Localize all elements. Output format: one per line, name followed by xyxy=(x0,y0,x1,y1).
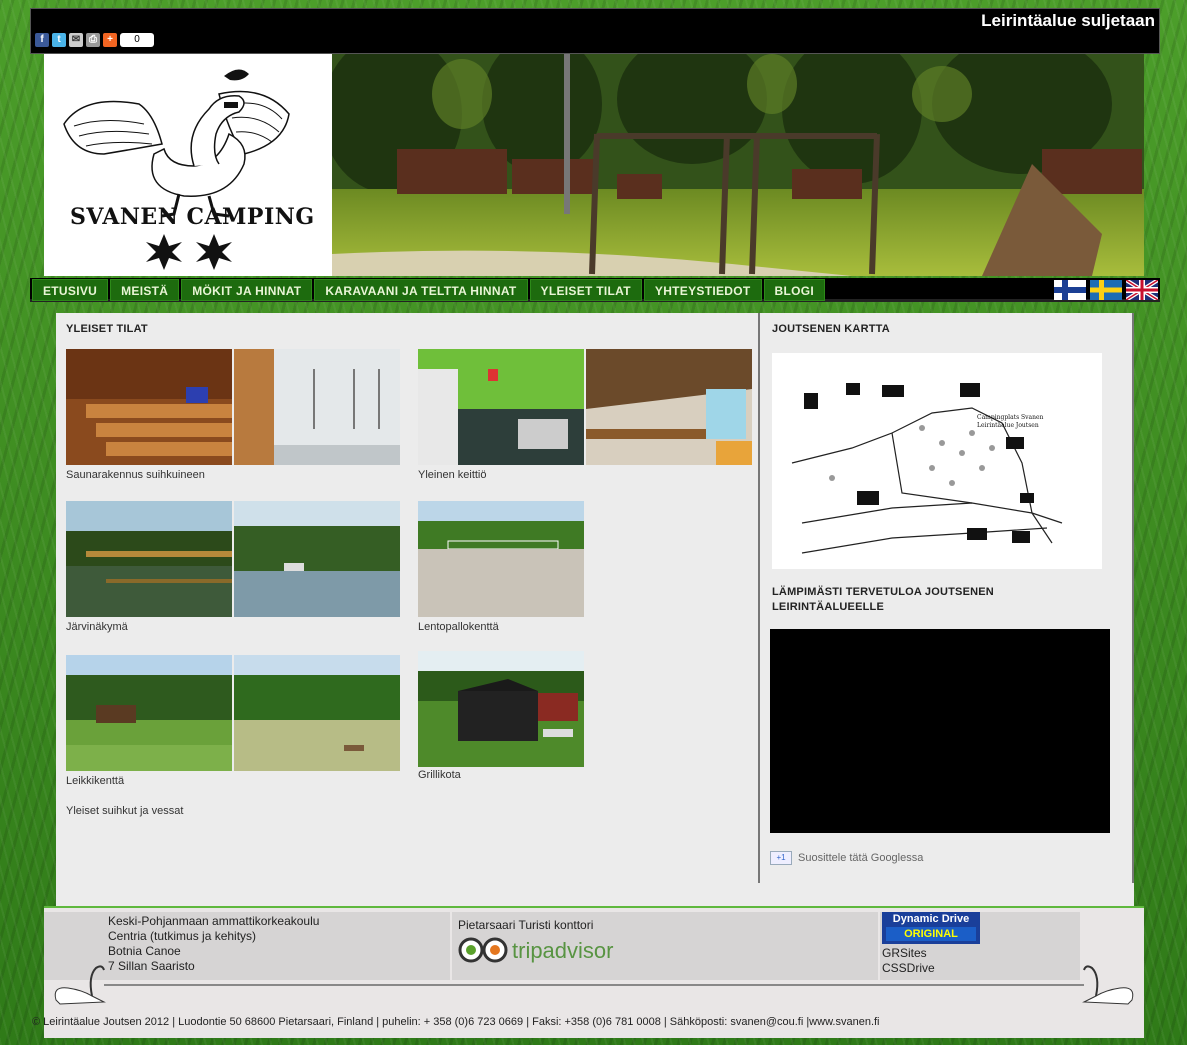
map-label-1: Campingplats Svanen xyxy=(977,414,1044,421)
lake-view-photo[interactable] xyxy=(66,501,232,617)
google-plus-label: Suosittele tätä Googlessa xyxy=(798,852,924,864)
header-banner-image xyxy=(332,54,1144,276)
logo-text: SVANEN CAMPING xyxy=(70,204,315,230)
tripadvisor-text: tripadvisor xyxy=(512,937,614,963)
page: f t ✉ ⎙ + 0 Leirintäalue suljetaan SVANE… xyxy=(30,8,1160,1038)
header: SVANEN CAMPING xyxy=(44,54,1144,276)
playground-caption: Leikkikenttä xyxy=(66,775,125,787)
footer-link-7-sillan-saaristo[interactable]: 7 Sillan Saaristo xyxy=(108,959,450,974)
twitter-icon[interactable]: t xyxy=(52,33,66,47)
email-icon[interactable]: ✉ xyxy=(69,33,83,47)
footer-link-centria[interactable]: Centria (tutkimus ja kehitys) xyxy=(108,929,450,944)
main-content: YLEISET TILAT Saunarakennus suihkuineen … xyxy=(56,313,1134,906)
shower-room-photo[interactable] xyxy=(234,349,400,465)
nav-blogi[interactable]: BLOGI xyxy=(763,279,826,301)
footer-link-botnia-canoe[interactable]: Botnia Canoe xyxy=(108,944,450,959)
share-more-icon[interactable]: + xyxy=(103,33,117,47)
footer: Keski-Pohjanmaan ammattikorkeakoulu Cent… xyxy=(32,906,1144,1038)
footer-divider xyxy=(104,984,1084,986)
sauna-caption: Saunarakennus suihkuineen xyxy=(66,469,205,481)
ddrive-top-label: Dynamic Drive xyxy=(892,913,970,925)
showers-caption: Yleiset suihkut ja vessat xyxy=(66,805,184,817)
ddrive-bottom-label: ORIGINAL xyxy=(886,927,976,941)
map-title: JOUTSENEN KARTTA xyxy=(772,323,890,335)
footer-link-kpamk[interactable]: Keski-Pohjanmaan ammattikorkeakoulu xyxy=(108,914,450,929)
kitchen-photo[interactable] xyxy=(418,349,584,465)
print-icon[interactable]: ⎙ xyxy=(86,33,100,47)
announcement-marquee: Leirintäalue suljetaan xyxy=(981,11,1155,30)
finnish-flag-icon[interactable] xyxy=(1054,280,1086,300)
facebook-icon[interactable]: f xyxy=(35,33,49,47)
facilities-section: YLEISET TILAT Saunarakennus suihkuineen … xyxy=(56,313,756,906)
nav-yleiset-tilat[interactable]: YLEISET TILAT xyxy=(529,279,642,301)
grill-caption: Grillikota xyxy=(418,769,461,781)
dynamic-drive-badge[interactable]: Dynamic Drive ORIGINAL xyxy=(882,912,980,944)
language-selector xyxy=(1054,280,1158,300)
kitchen-caption: Yleinen keittiö xyxy=(418,469,487,481)
volleyball-caption: Lentopallokenttä xyxy=(418,621,499,633)
footer-tourism: Pietarsaari Turisti konttori tripadvisor xyxy=(452,912,878,980)
swan-left-icon xyxy=(54,965,106,1005)
footer-link-tourist-office[interactable]: Pietarsaari Turisti konttori xyxy=(458,918,878,933)
site-logo[interactable]: SVANEN CAMPING xyxy=(44,54,332,276)
nav-mokit-ja-hinnat[interactable]: MÖKIT JA HINNAT xyxy=(181,279,313,301)
nav-etusivu[interactable]: ETUSIVU xyxy=(32,279,109,301)
copyright-text: © Leirintäalue Joutsen 2012 | Luodontie … xyxy=(32,1016,880,1028)
sidebar: JOUTSENEN KARTTA Campingplats Svanen Lei… xyxy=(758,313,1134,883)
map-label-2: Leirintäalue Joutsen xyxy=(977,422,1039,429)
tripadvisor-owl-icon xyxy=(458,937,508,963)
lake-caption: Järvinäkymä xyxy=(66,621,128,633)
playground-photo[interactable] xyxy=(66,655,232,771)
footer-credits: Dynamic Drive ORIGINAL GRSites CSSDrive xyxy=(880,912,1080,980)
nav-yhteystiedot[interactable]: YHTEYSTIEDOT xyxy=(643,279,762,301)
video-player[interactable] xyxy=(770,629,1110,833)
common-room-photo[interactable] xyxy=(586,349,752,465)
campsite-map[interactable]: Campingplats Svanen Leirintäalue Joutsen xyxy=(772,353,1102,569)
grill-hut-photo[interactable] xyxy=(418,651,584,767)
swan-right-icon xyxy=(1082,965,1134,1005)
share-toolbar: f t ✉ ⎙ + 0 xyxy=(35,33,154,47)
nav-karavaani-ja-teltta-hinnat[interactable]: KARAVAANI JA TELTTA HINNAT xyxy=(314,279,528,301)
tripadvisor-logo[interactable]: tripadvisor xyxy=(458,937,878,963)
field-photo[interactable] xyxy=(234,655,400,771)
section-title: YLEISET TILAT xyxy=(66,323,148,335)
volleyball-court-photo[interactable] xyxy=(418,501,584,617)
swan-logo-icon xyxy=(63,69,290,270)
lake-shore-photo[interactable] xyxy=(234,501,400,617)
main-nav: ETUSIVU MEISTÄ MÖKIT JA HINNAT KARAVAANI… xyxy=(30,278,1160,302)
nav-meista[interactable]: MEISTÄ xyxy=(110,279,180,301)
swedish-flag-icon[interactable] xyxy=(1090,280,1122,300)
footer-link-cssdrive[interactable]: CSSDrive xyxy=(882,961,1080,976)
footer-link-grsites[interactable]: GRSites xyxy=(882,946,1080,961)
share-count: 0 xyxy=(120,33,154,47)
sauna-photo[interactable] xyxy=(66,349,232,465)
google-plus-icon[interactable]: +1 xyxy=(770,851,792,865)
google-plus-recommend[interactable]: +1 Suosittele tätä Googlessa xyxy=(770,851,923,865)
top-bar: f t ✉ ⎙ + 0 Leirintäalue suljetaan xyxy=(30,8,1160,54)
welcome-title: LÄMPIMÄSTI TERVETULOA JOUTSENEN LEIRINTÄ… xyxy=(772,586,994,613)
english-flag-icon[interactable] xyxy=(1126,280,1158,300)
